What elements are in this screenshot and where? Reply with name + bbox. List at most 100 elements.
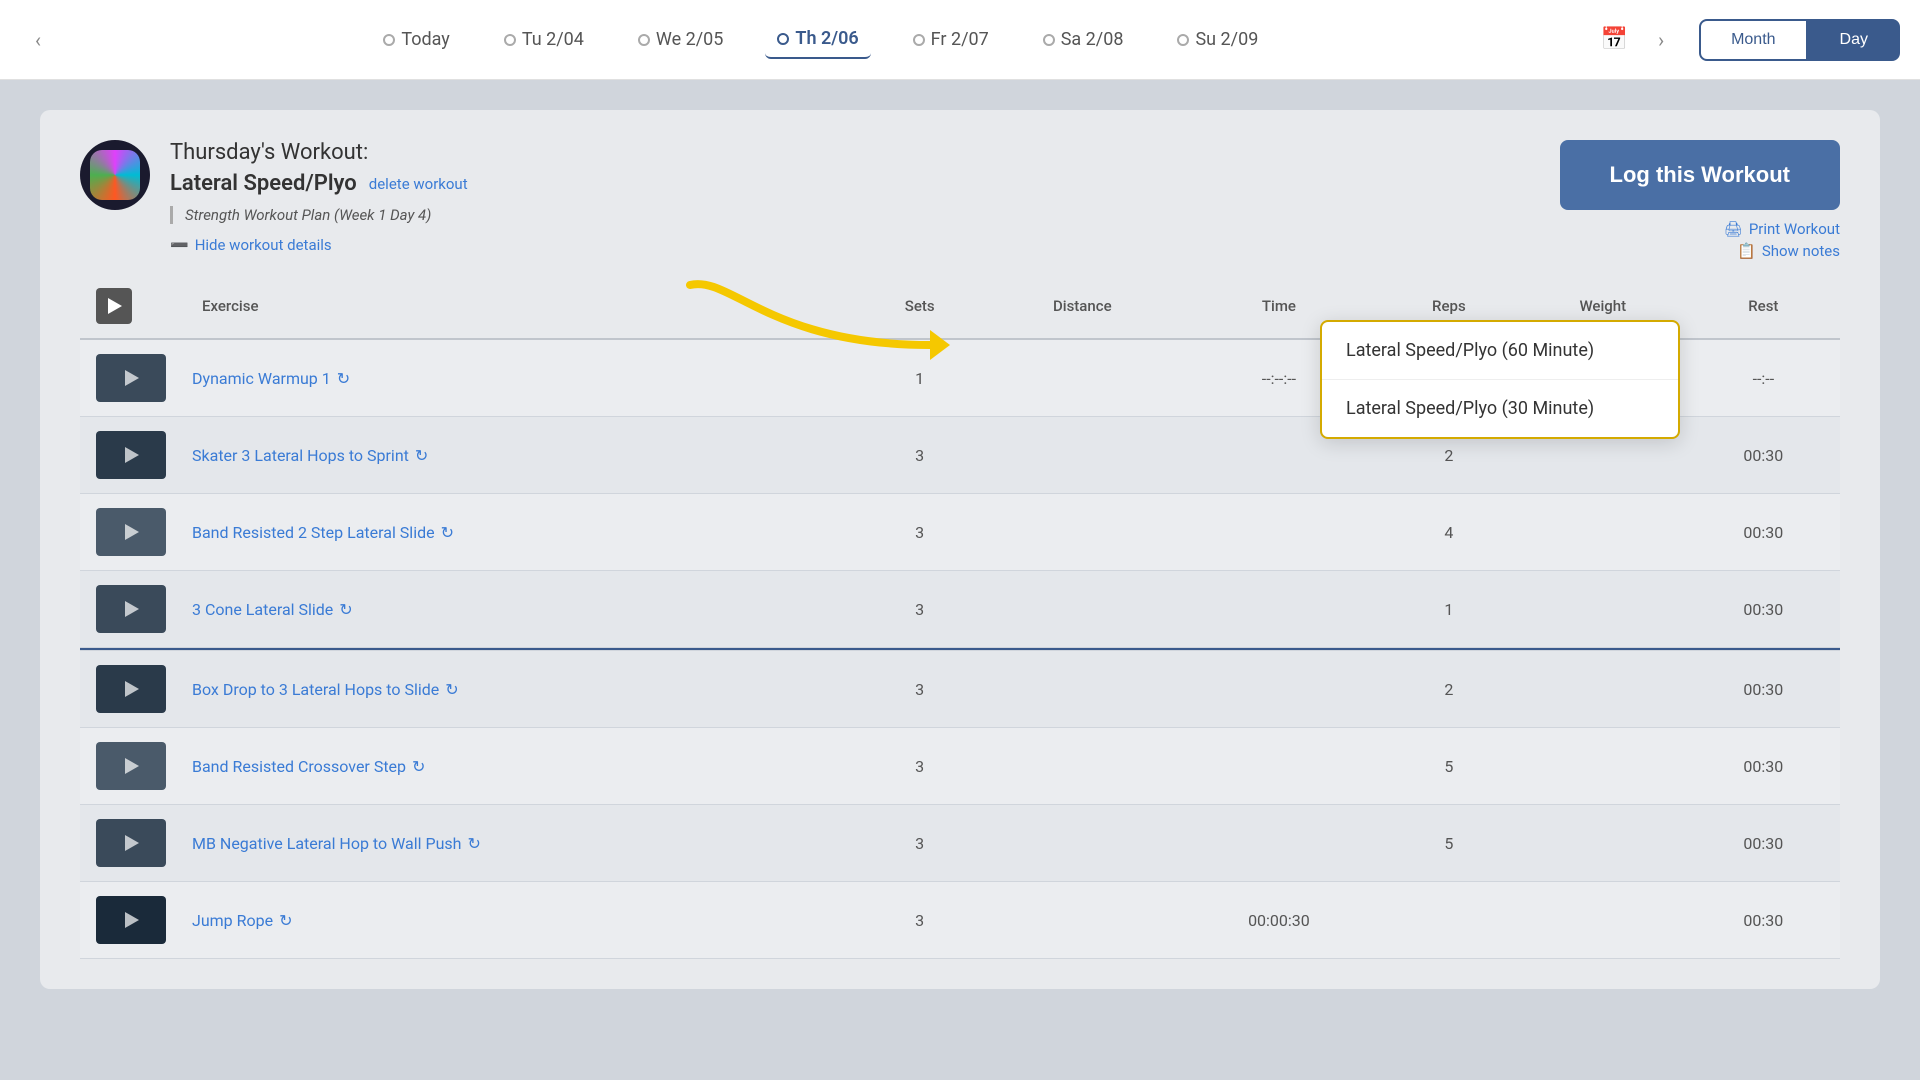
- refresh-icon: ↻: [441, 523, 454, 542]
- nav-sunday[interactable]: Su 2/09: [1165, 21, 1270, 58]
- refresh-icon: ↻: [279, 911, 292, 930]
- dropdown-30min[interactable]: Lateral Speed/Plyo (30 Minute): [1322, 380, 1678, 437]
- avatar-gradient: [90, 150, 140, 200]
- refresh-icon: ↻: [337, 369, 350, 388]
- wednesday-label: We 2/05: [656, 29, 723, 50]
- play-triangle-icon: [108, 298, 122, 314]
- workout-actions: Log this Workout 🖨 Print Workout 📋 Show …: [1560, 140, 1840, 260]
- delete-workout-link[interactable]: delete workout: [369, 175, 468, 193]
- nav-friday[interactable]: Fr 2/07: [901, 21, 1001, 58]
- video-thumbnail-cell[interactable]: [80, 339, 182, 417]
- exercise-link[interactable]: Dynamic Warmup 1 ↻: [192, 369, 838, 388]
- saturday-label: Sa 2/08: [1061, 29, 1124, 50]
- calendar-icon[interactable]: 📅: [1586, 17, 1643, 62]
- day-view-button[interactable]: Day: [1808, 19, 1900, 61]
- table-row: 3 Cone Lateral Slide ↻ 3 1 00:30: [80, 571, 1840, 648]
- secondary-actions: 🖨 Print Workout 📋 Show notes: [1724, 220, 1840, 260]
- exercise-link[interactable]: Band Resisted 2 Step Lateral Slide ↻: [192, 523, 838, 542]
- table-row: Band Resisted Crossover Step ↻ 3 5 00:30: [80, 728, 1840, 805]
- exercise-link[interactable]: Jump Rope ↻: [192, 911, 838, 930]
- exercise-name-cell: Box Drop to 3 Lateral Hops to Slide ↻: [182, 651, 854, 728]
- nav-today[interactable]: Today: [371, 21, 461, 58]
- distance-cell: [986, 571, 1179, 648]
- rest-col-header: Rest: [1687, 274, 1840, 339]
- video-thumbnail-cell[interactable]: [80, 882, 182, 959]
- video-thumbnail-cell[interactable]: [80, 651, 182, 728]
- dropdown-60min-label: Lateral Speed/Plyo (60 Minute): [1346, 340, 1594, 361]
- print-workout-link[interactable]: 🖨 Print Workout: [1724, 220, 1840, 238]
- nav-saturday[interactable]: Sa 2/08: [1031, 21, 1136, 58]
- log-workout-button[interactable]: Log this Workout: [1560, 140, 1840, 210]
- time-cell: [1179, 494, 1379, 571]
- sets-header-text: Sets: [905, 297, 935, 315]
- reps-cell: 1: [1379, 571, 1519, 648]
- exercise-name-cell: Band Resisted Crossover Step ↻: [182, 728, 854, 805]
- sets-cell: 3: [854, 882, 986, 959]
- weight-cell: [1519, 882, 1687, 959]
- workout-duration-dropdown[interactable]: Lateral Speed/Plyo (60 Minute) Lateral S…: [1320, 320, 1680, 439]
- time-cell: [1179, 728, 1379, 805]
- exercise-col-header: Exercise: [182, 274, 854, 339]
- exercise-link[interactable]: MB Negative Lateral Hop to Wall Push ↻: [192, 834, 838, 853]
- dropdown-60min[interactable]: Lateral Speed/Plyo (60 Minute): [1322, 322, 1678, 380]
- video-thumbnail-cell[interactable]: [80, 805, 182, 882]
- next-arrow[interactable]: ›: [1643, 18, 1679, 62]
- video-thumbnail-cell[interactable]: [80, 728, 182, 805]
- dropdown-30min-label: Lateral Speed/Plyo (30 Minute): [1346, 398, 1594, 419]
- time-cell: 00:00:30: [1179, 882, 1379, 959]
- exercise-name-text: Box Drop to 3 Lateral Hops to Slide: [192, 680, 439, 699]
- exercise-link[interactable]: Band Resisted Crossover Step ↻: [192, 757, 838, 776]
- exercise-name-cell: Jump Rope ↻: [182, 882, 854, 959]
- reps-cell: 5: [1379, 728, 1519, 805]
- weight-cell: [1519, 571, 1687, 648]
- day-selector: Today Tu 2/04 We 2/05 Th 2/06 Fr 2/07 Sa…: [56, 20, 1586, 59]
- refresh-icon: ↻: [412, 757, 425, 776]
- weight-cell: [1519, 728, 1687, 805]
- view-toggle: Month Day: [1699, 19, 1900, 61]
- play-icon-header: [96, 288, 132, 324]
- prev-arrow[interactable]: ‹: [20, 18, 56, 62]
- distance-cell: [986, 728, 1179, 805]
- reps-header-text: Reps: [1432, 297, 1466, 315]
- table-row: Jump Rope ↻ 3 00:00:30 00:30: [80, 882, 1840, 959]
- refresh-icon: ↻: [415, 446, 428, 465]
- time-cell: [1179, 805, 1379, 882]
- thursday-dot: [777, 33, 789, 45]
- sunday-dot: [1177, 34, 1189, 46]
- nav-tuesday[interactable]: Tu 2/04: [492, 21, 596, 58]
- show-notes-link[interactable]: 📋 Show notes: [1737, 242, 1840, 260]
- exercise-link[interactable]: Box Drop to 3 Lateral Hops to Slide ↻: [192, 680, 838, 699]
- table-row: Box Drop to 3 Lateral Hops to Slide ↻ 3 …: [80, 651, 1840, 728]
- exercise-link[interactable]: Skater 3 Lateral Hops to Sprint ↻: [192, 446, 838, 465]
- exercise-name-text: Skater 3 Lateral Hops to Sprint: [192, 446, 409, 465]
- video-thumbnail-cell[interactable]: [80, 417, 182, 494]
- reps-cell: 4: [1379, 494, 1519, 571]
- video-thumbnail-cell[interactable]: [80, 494, 182, 571]
- exercise-name-text: Jump Rope: [192, 911, 273, 930]
- nav-wednesday[interactable]: We 2/05: [626, 21, 735, 58]
- exercise-name-text: Band Resisted 2 Step Lateral Slide: [192, 523, 435, 542]
- month-view-button[interactable]: Month: [1699, 19, 1807, 61]
- exercise-name-cell: Skater 3 Lateral Hops to Sprint ↻: [182, 417, 854, 494]
- video-col-header: [80, 274, 182, 339]
- sets-cell: 3: [854, 571, 986, 648]
- refresh-icon: ↻: [445, 680, 458, 699]
- video-thumbnail-cell[interactable]: [80, 571, 182, 648]
- nav-thursday[interactable]: Th 2/06: [765, 20, 870, 59]
- exercise-name-text: Dynamic Warmup 1: [192, 369, 331, 388]
- sets-cell: 3: [854, 651, 986, 728]
- sets-cell: 3: [854, 805, 986, 882]
- table-row: Band Resisted 2 Step Lateral Slide ↻ 3 4…: [80, 494, 1840, 571]
- exercise-link[interactable]: 3 Cone Lateral Slide ↻: [192, 600, 838, 619]
- sets-cell: 3: [854, 417, 986, 494]
- exercise-name-cell: 3 Cone Lateral Slide ↻: [182, 571, 854, 648]
- weight-cell: [1519, 805, 1687, 882]
- exercise-name-text: Band Resisted Crossover Step: [192, 757, 406, 776]
- minus-icon: ➖: [170, 236, 189, 254]
- refresh-icon: ↻: [467, 834, 480, 853]
- rest-cell: 00:30: [1687, 417, 1840, 494]
- rest-cell: --:--: [1687, 339, 1840, 417]
- rest-cell: 00:30: [1687, 728, 1840, 805]
- exercise-name-text: 3 Cone Lateral Slide: [192, 600, 333, 619]
- time-cell: [1179, 651, 1379, 728]
